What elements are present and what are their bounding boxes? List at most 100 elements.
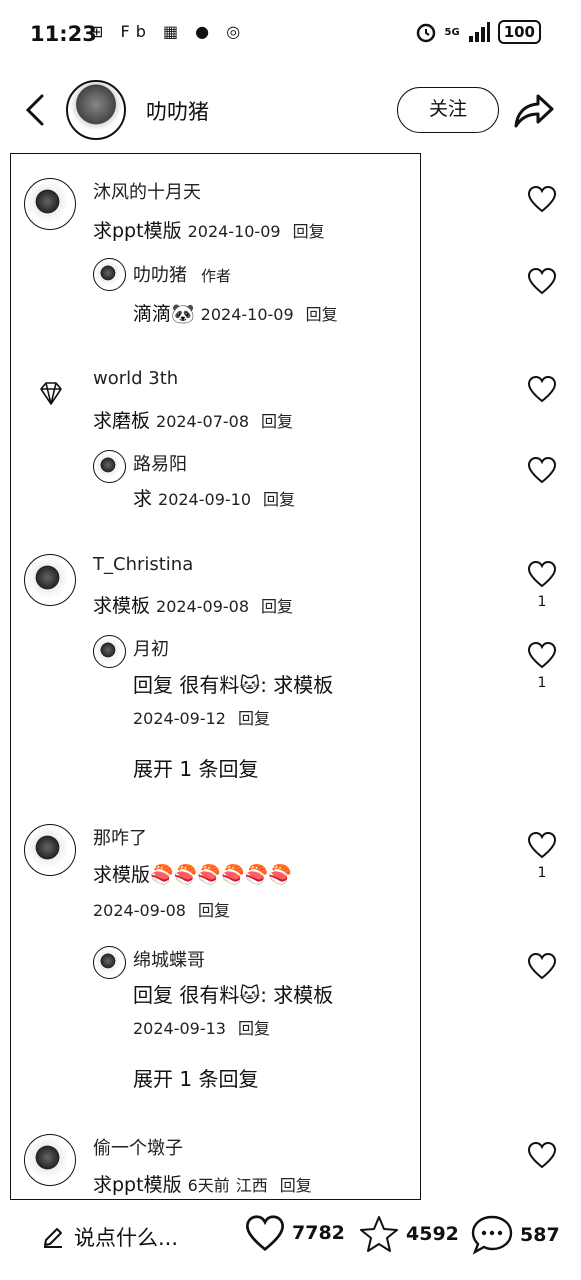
heart-icon[interactable] — [527, 185, 557, 213]
comment-author[interactable]: 沐风的十月天 — [93, 178, 201, 204]
comment-date: 2024-10-09 — [187, 222, 281, 241]
comment-text: 求磨板 — [93, 410, 151, 432]
comment-meta: 2024-09-08 回复 — [93, 897, 230, 921]
chat-bubble-icon[interactable] — [470, 1214, 514, 1256]
reply-author[interactable]: 绵城蝶哥 — [133, 946, 205, 972]
reply-author[interactable]: 路易阳 — [133, 450, 187, 476]
status-bar: 11:23 ⊞ Fb ▦ ● ◎ 5G 100 — [0, 0, 581, 70]
like-button[interactable] — [522, 185, 562, 217]
heart-icon[interactable] — [527, 952, 557, 980]
comment-text: 求ppt模版 — [93, 1174, 182, 1196]
battery-indicator: 100 — [497, 20, 541, 44]
bottom-action-bar: 说点什么... 7782 4592 587 — [0, 1200, 581, 1280]
signal-icon — [468, 22, 490, 42]
like-button[interactable] — [522, 267, 562, 299]
comments-list[interactable]: 沐风的十月天 求ppt模版 2024-10-09 回复 叻叻猪 作者 滴滴🐼 2024-… — [10, 153, 421, 1200]
reply-text: 回复 很有料🐱: 求模板 — [133, 673, 334, 697]
status-time: 11:23 — [30, 22, 97, 46]
avatar[interactable] — [24, 178, 76, 230]
reply-text: 回复 很有料🐱: 求模板 — [133, 983, 334, 1007]
like-button[interactable] — [522, 456, 562, 488]
alarm-icon — [416, 23, 435, 43]
avatar[interactable] — [24, 824, 76, 876]
favorite-button[interactable]: 4592 — [358, 1214, 459, 1254]
star-icon[interactable] — [358, 1214, 400, 1254]
like-count: 1 — [537, 865, 547, 881]
comment-count: 587 — [520, 1224, 560, 1246]
comment-author[interactable]: 那咋了 — [93, 824, 147, 850]
comment-button[interactable]: 587 — [470, 1214, 560, 1256]
chevron-left-icon[interactable] — [20, 90, 50, 130]
comment-input-placeholder[interactable]: 说点什么... — [74, 1222, 178, 1252]
reply-button[interactable]: 回复 — [238, 1019, 270, 1038]
follow-button[interactable]: 关注 — [397, 87, 499, 133]
comment-location: 江西 — [235, 1176, 268, 1195]
author-avatar[interactable] — [66, 80, 126, 140]
like-button[interactable] — [522, 952, 562, 984]
avatar[interactable] — [93, 450, 126, 483]
like-count: 1 — [537, 675, 547, 691]
comment-author[interactable]: world 3th — [93, 368, 178, 389]
comment-author[interactable]: 偷一个墩子 — [93, 1134, 183, 1160]
like-button[interactable]: 1 — [522, 641, 562, 691]
comment-text: 求ppt模版 — [93, 220, 182, 242]
heart-icon[interactable] — [527, 641, 557, 669]
comment-body: 求模板 2024-09-08 回复 — [93, 591, 293, 618]
avatar[interactable] — [24, 1134, 76, 1186]
reply-button[interactable]: 回复 — [293, 222, 325, 241]
comment-date: 2024-09-08 — [93, 901, 186, 920]
comment-body: 求磨板 2024-07-08 回复 — [93, 406, 293, 433]
heart-icon[interactable] — [527, 1141, 557, 1169]
comment-date: 2024-09-08 — [156, 597, 249, 616]
like-button[interactable]: 1 — [522, 831, 562, 881]
reply-button[interactable]: 回复 — [198, 901, 230, 920]
status-right: 5G 100 — [415, 20, 541, 44]
comment-text: 求模版🍣🍣🍣🍣🍣🍣 — [93, 864, 292, 886]
reply-body: 求 2024-09-10 回复 — [133, 484, 295, 511]
comment-author[interactable]: T_Christina — [93, 554, 193, 575]
pencil-icon — [44, 1228, 62, 1248]
reply-button[interactable]: 回复 — [280, 1176, 312, 1195]
expand-replies-button[interactable]: 展开 1 条回复 — [133, 753, 258, 782]
reply-body: 滴滴🐼 2024-10-09 回复 — [133, 299, 338, 326]
like-button[interactable]: 1 — [522, 560, 562, 610]
like-button[interactable] — [522, 1141, 562, 1173]
like-post-button[interactable]: 7782 — [244, 1214, 345, 1252]
reply-date: 2024-09-10 — [158, 490, 251, 509]
author-name[interactable]: 叻叻猪 — [146, 96, 209, 126]
reply-button[interactable]: 回复 — [263, 490, 295, 509]
reply-date: 2024-09-13 — [133, 1019, 226, 1038]
avatar[interactable] — [93, 258, 126, 291]
comment-input[interactable]: 说点什么... — [42, 1222, 178, 1252]
expand-replies-button[interactable]: 展开 1 条回复 — [133, 1063, 258, 1092]
avatar[interactable] — [93, 946, 126, 979]
reply-text: 求 — [133, 488, 153, 510]
reply-author[interactable]: 月初 — [133, 635, 169, 661]
reply-button[interactable]: 回复 — [261, 412, 293, 431]
comment-date: 6天前 — [187, 1176, 230, 1195]
reply-date: 2024-09-12 — [133, 709, 226, 728]
reply-meta: 2024-09-12 回复 — [133, 705, 270, 729]
favorite-count: 4592 — [406, 1223, 459, 1245]
heart-icon[interactable] — [527, 456, 557, 484]
avatar[interactable] — [93, 635, 126, 668]
reply-button[interactable]: 回复 — [306, 305, 338, 324]
reply-author-name[interactable]: 叻叻猪 — [133, 265, 187, 286]
heart-icon[interactable] — [527, 831, 557, 859]
notification-icons: ⊞ Fb ▦ ● ◎ — [90, 22, 247, 41]
heart-icon[interactable] — [527, 267, 557, 295]
like-count: 7782 — [292, 1222, 345, 1244]
reply-button[interactable]: 回复 — [261, 597, 293, 616]
comment-text: 求模板 — [93, 595, 151, 617]
reply-author[interactable]: 叻叻猪 作者 — [133, 261, 231, 287]
reply-date: 2024-10-09 — [200, 305, 294, 324]
reply-text: 滴滴🐼 — [133, 303, 195, 325]
share-arrow-icon[interactable] — [512, 90, 556, 130]
like-button[interactable] — [522, 375, 562, 407]
heart-icon[interactable] — [527, 560, 557, 588]
reply-button[interactable]: 回复 — [238, 709, 270, 728]
heart-icon[interactable] — [244, 1214, 286, 1252]
like-count: 1 — [537, 594, 547, 610]
avatar[interactable] — [24, 554, 76, 606]
heart-icon[interactable] — [527, 375, 557, 403]
